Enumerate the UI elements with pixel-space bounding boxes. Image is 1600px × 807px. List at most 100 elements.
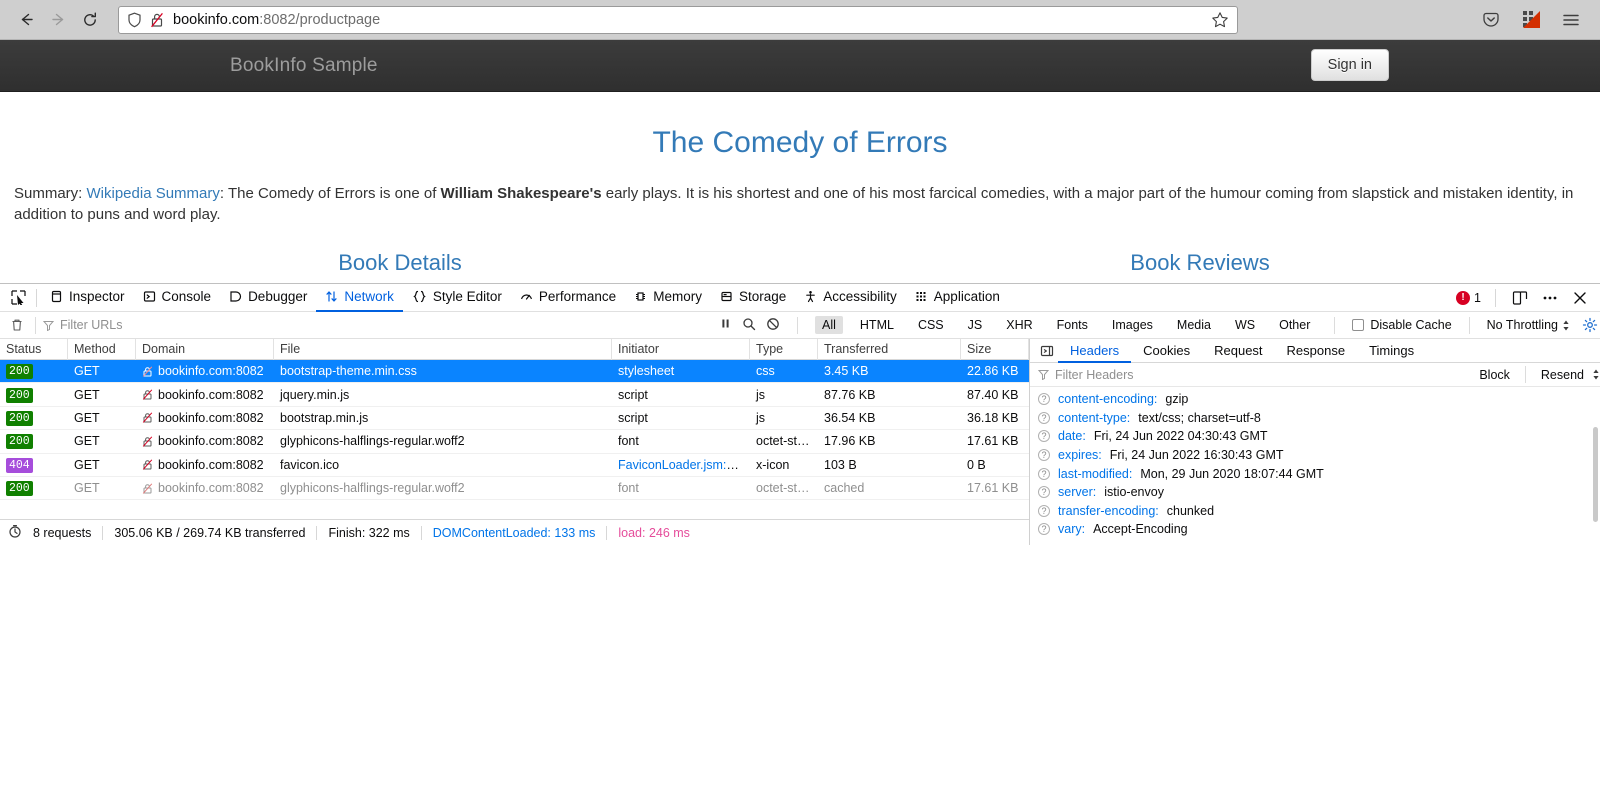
tab-response[interactable]: Response	[1275, 339, 1358, 363]
throttling-select[interactable]: No Throttling	[1487, 318, 1570, 332]
tab-request[interactable]: Request	[1202, 339, 1274, 363]
type-filter-xhr[interactable]: XHR	[999, 316, 1039, 334]
column-header-domain[interactable]: Domain	[136, 338, 274, 360]
bookmark-button[interactable]	[1211, 11, 1229, 29]
error-count-badge[interactable]: ! 1	[1456, 290, 1481, 305]
wikipedia-summary-link[interactable]: Wikipedia Summary	[87, 185, 220, 202]
column-header-type[interactable]: Type	[750, 338, 818, 360]
domain-text: bookinfo.com:8082	[158, 364, 264, 379]
header-row[interactable]: ? transfer-encoding: chunked	[1030, 502, 1600, 521]
reload-button[interactable]	[74, 4, 106, 36]
header-row[interactable]: ? content-type: text/css; charset=utf-8	[1030, 409, 1600, 428]
column-header-file[interactable]: File	[274, 338, 612, 360]
type-filter-media[interactable]: Media	[1170, 316, 1218, 334]
type-filter-other[interactable]: Other	[1272, 316, 1317, 334]
domain-text: bookinfo.com:8082	[158, 457, 264, 472]
devtools-more-options-button[interactable]	[1540, 290, 1560, 306]
domain-text: bookinfo.com:8082	[158, 481, 264, 496]
column-header-initiator[interactable]: Initiator	[612, 338, 750, 360]
element-picker-button[interactable]	[4, 290, 32, 305]
domain-text: bookinfo.com:8082	[158, 387, 264, 402]
column-header-status[interactable]: Status	[0, 338, 68, 360]
shield-icon[interactable]	[127, 12, 142, 28]
toggle-sidebar-button[interactable]	[1036, 344, 1058, 358]
column-header-size[interactable]: Size	[961, 338, 1029, 360]
tab-performance[interactable]: Performance	[511, 284, 625, 312]
block-button[interactable]: Block	[1471, 368, 1518, 382]
app-menu-button[interactable]	[1558, 7, 1584, 33]
lock-broken-icon	[142, 412, 153, 424]
tab-headers[interactable]: Headers	[1058, 339, 1132, 363]
disable-cache-checkbox[interactable]: Disable Cache	[1352, 318, 1452, 332]
tab-timings[interactable]: Timings	[1357, 339, 1426, 363]
filter-urls-input[interactable]: Filter URLs	[43, 318, 343, 332]
search-requests-button[interactable]	[742, 317, 756, 334]
tab-debugger[interactable]: Debugger	[220, 284, 316, 312]
help-icon[interactable]: ?	[1038, 449, 1050, 462]
help-icon[interactable]: ?	[1038, 486, 1050, 499]
back-button[interactable]	[10, 4, 42, 36]
column-header-transferred[interactable]: Transferred	[818, 338, 961, 360]
site-brand[interactable]: BookInfo Sample	[230, 55, 378, 77]
cell-status: 404	[0, 457, 68, 473]
help-icon[interactable]: ?	[1038, 430, 1050, 443]
header-row[interactable]: ? expires: Fri, 24 Jun 2022 16:30:43 GMT	[1030, 446, 1600, 465]
tab-inspector[interactable]: Inspector	[41, 284, 134, 312]
help-icon[interactable]: ?	[1038, 393, 1050, 406]
header-row[interactable]: ? vary: Accept-Encoding	[1030, 520, 1600, 539]
table-row[interactable]: 404 GET bookinfo.com:8082 favicon.ico Fa…	[0, 454, 1029, 477]
responsive-design-mode-button[interactable]	[1510, 290, 1530, 306]
updown-arrows-icon[interactable]	[1592, 368, 1600, 381]
type-filter-all[interactable]: All	[815, 316, 843, 334]
initiator-link[interactable]: FaviconLoader.jsm:191 …	[618, 458, 750, 472]
clear-requests-button[interactable]	[6, 318, 28, 332]
tab-application[interactable]: Application	[906, 284, 1009, 312]
type-filter-images[interactable]: Images	[1105, 316, 1160, 334]
help-icon[interactable]: ?	[1038, 411, 1050, 424]
column-header-method[interactable]: Method	[68, 338, 136, 360]
block-requests-button[interactable]	[766, 317, 780, 334]
lock-broken-icon[interactable]	[150, 12, 164, 28]
pause-requests-button[interactable]	[719, 317, 732, 333]
table-row[interactable]: 200 GET bookinfo.com:8082 glyphicons-hal…	[0, 430, 1029, 454]
url-text[interactable]: bookinfo.com:8082/productpage	[173, 12, 1205, 28]
header-row[interactable]: ? last-modified: Mon, 29 Jun 2020 18:07:44…	[1030, 464, 1600, 483]
filter-headers-input[interactable]: Filter Headers Block Resend	[1030, 363, 1600, 387]
header-row[interactable]: ? server: istio-envoy	[1030, 483, 1600, 502]
tab-accessibility[interactable]: Accessibility	[795, 284, 906, 312]
address-bar[interactable]: bookinfo.com:8082/productpage	[118, 5, 1238, 34]
type-filter-js[interactable]: JS	[961, 316, 990, 334]
tab-storage[interactable]: Storage	[711, 284, 795, 312]
pocket-button[interactable]	[1478, 7, 1504, 33]
header-row[interactable]: ? content-encoding: gzip	[1030, 390, 1600, 409]
devtools-close-button[interactable]	[1570, 290, 1590, 306]
forward-button[interactable]	[42, 4, 74, 36]
tab-memory[interactable]: Memory	[625, 284, 711, 312]
resend-button[interactable]: Resend	[1533, 368, 1592, 382]
headers-scrollbar[interactable]	[1593, 427, 1598, 522]
table-row[interactable]: 200 GET bookinfo.com:8082 bootstrap-them…	[0, 360, 1029, 384]
tab-style-editor[interactable]: Style Editor	[403, 284, 511, 312]
extension-button[interactable]	[1518, 7, 1544, 33]
type-filter-html[interactable]: HTML	[853, 316, 901, 334]
network-settings-button[interactable]	[1580, 317, 1600, 333]
type-filter-css[interactable]: CSS	[911, 316, 951, 334]
table-row[interactable]: 200 GET bookinfo.com:8082 glyphicons-hal…	[0, 477, 1029, 501]
tab-cookies[interactable]: Cookies	[1131, 339, 1202, 363]
cell-transferred: 103 B	[824, 457, 857, 472]
header-row[interactable]: ? date: Fri, 24 Jun 2022 04:30:43 GMT	[1030, 427, 1600, 446]
toolbar-divider	[1468, 316, 1470, 334]
table-row[interactable]: 200 GET bookinfo.com:8082 bootstrap.min.…	[0, 407, 1029, 431]
type-filter-ws[interactable]: WS	[1228, 316, 1262, 334]
debugger-icon	[230, 291, 242, 302]
help-icon[interactable]: ?	[1038, 523, 1050, 536]
tab-console[interactable]: Console	[134, 284, 221, 312]
help-icon[interactable]: ?	[1038, 504, 1050, 517]
cell-type: js	[756, 410, 766, 425]
help-icon[interactable]: ?	[1038, 467, 1050, 480]
cell-initiator[interactable]: FaviconLoader.jsm:191 …	[612, 458, 750, 472]
type-filter-fonts[interactable]: Fonts	[1050, 316, 1095, 334]
table-row[interactable]: 200 GET bookinfo.com:8082 jquery.min.js …	[0, 383, 1029, 407]
tab-network[interactable]: Network	[316, 284, 403, 312]
sign-in-button[interactable]: Sign in	[1310, 49, 1389, 81]
